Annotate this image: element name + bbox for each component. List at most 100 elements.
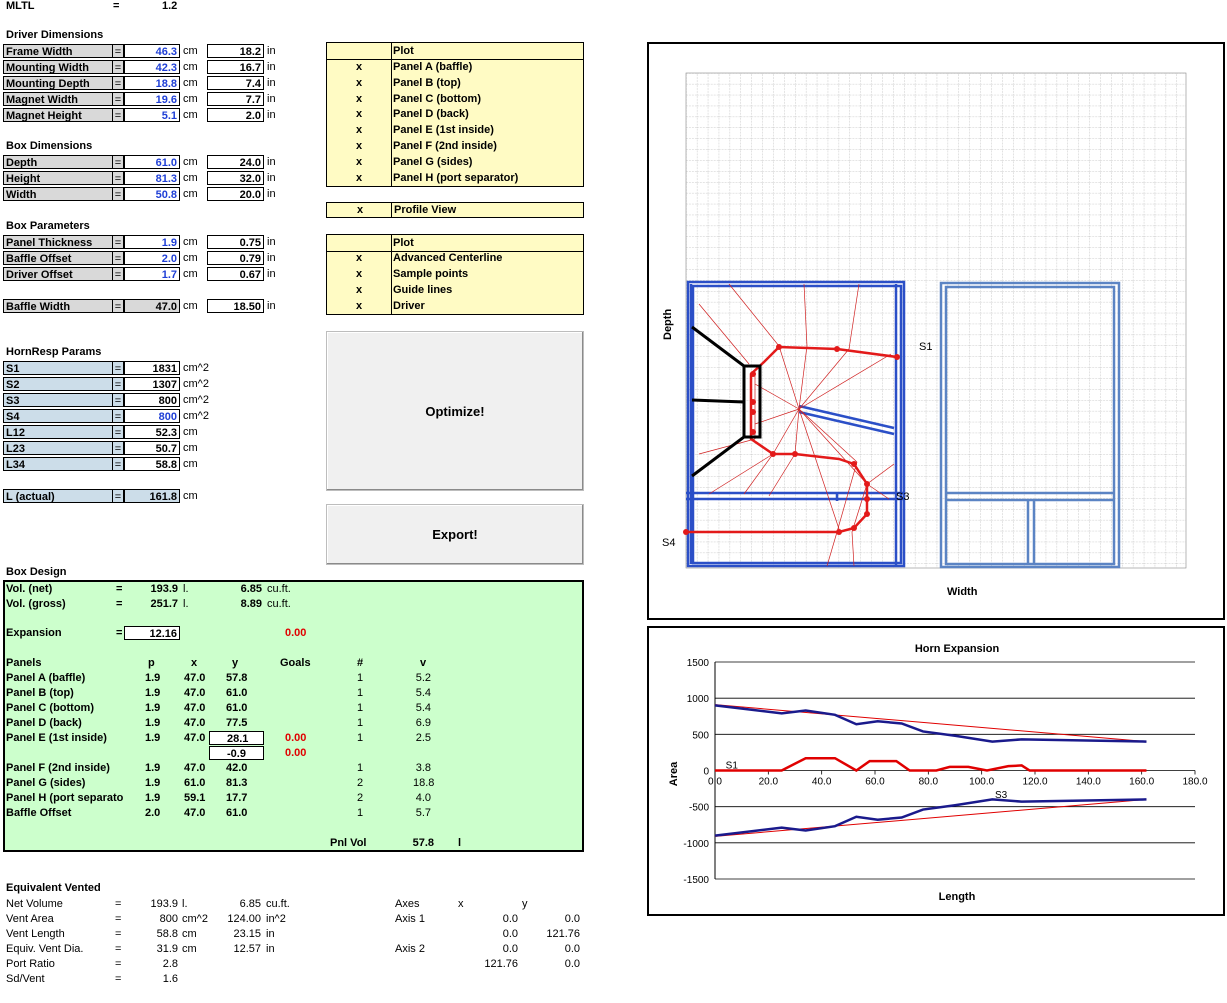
baffle-width-cm[interactable]: 47.0 (124, 299, 180, 313)
driver-magnet-width-eq: = (112, 92, 124, 106)
box-width-cm-input[interactable]: 50.8 (124, 187, 180, 201)
param-panel-thickness-in-value[interactable]: 0.75 (207, 235, 264, 249)
plot-panel-mark[interactable]: x (356, 122, 362, 138)
expansion-eq: = (116, 627, 123, 639)
axes-x-header: x (458, 898, 464, 910)
param-driver-offset-cm-input[interactable]: 1.7 (124, 267, 180, 281)
panel-v: 5.7 (415, 807, 431, 819)
horn-s4-value[interactable]: 800 (124, 409, 180, 423)
horn-s4-label: S4 (3, 409, 113, 423)
horn-ytick-label: -1500 (683, 875, 709, 886)
axes-row-name: Axis 1 (395, 913, 425, 925)
horn-expansion-chart: Horn Expansion150010005000-500-1000-1500… (668, 643, 1208, 903)
horn-annotation-s3: S3 (995, 790, 1008, 801)
plot-panel-mark[interactable]: x (356, 138, 362, 154)
vol-net-cf: 6.85 (240, 583, 262, 595)
driver-mounting-width-cm-input[interactable]: 42.3 (124, 60, 180, 74)
box-height-in-value[interactable]: 32.0 (207, 171, 264, 185)
driver-mounting-width-in-value[interactable]: 16.7 (207, 60, 264, 74)
driver-magnet-height-in-value[interactable]: 2.0 (207, 108, 264, 122)
param-baffle-offset-in-value[interactable]: 0.79 (207, 251, 264, 265)
param-baffle-offset-cm-unit: cm (183, 252, 198, 264)
plot-option-mark[interactable]: x (356, 282, 362, 298)
panel-y-input[interactable]: -0.9 (209, 746, 264, 760)
param-driver-offset-label: Driver Offset (3, 267, 113, 281)
axes-row-x: 0.0 (502, 928, 518, 940)
pnl-vol-unit: l (458, 837, 462, 849)
profile-view-toggle[interactable]: x Profile View (326, 202, 584, 218)
expansion-input[interactable]: 12.16 (124, 626, 180, 640)
driver-magnet-height-cm-input[interactable]: 5.1 (124, 108, 180, 122)
driver-magnet-width-in-value[interactable]: 7.7 (207, 92, 264, 106)
driver-frame-width-in-value[interactable]: 18.2 (207, 44, 264, 58)
optimize-button[interactable]: Optimize! (326, 331, 584, 491)
plot-panel-mark[interactable]: x (356, 59, 362, 75)
profile-chart-frame: S1 S3 S4 Width Depth (647, 42, 1225, 620)
vented-a: 31.9 (156, 943, 178, 955)
plot-option-mark[interactable]: x (356, 250, 362, 266)
panel-x: 47.0 (184, 672, 206, 684)
plot-panel-mark[interactable]: x (356, 75, 362, 91)
export-button[interactable]: Export! (326, 504, 584, 565)
plot-panel-mark[interactable]: x (356, 170, 362, 186)
horn-s1-eq: = (112, 361, 124, 375)
box-depth-in-value[interactable]: 24.0 (207, 155, 264, 169)
panel-count: 1 (357, 717, 364, 729)
horn-s3-label: S3 (3, 393, 113, 407)
horn-l23-eq: = (112, 441, 124, 455)
vented-eq: = (115, 928, 122, 940)
plot-option-mark[interactable]: x (356, 298, 362, 314)
driver-mounting-depth-cm-input[interactable]: 18.8 (124, 76, 180, 90)
vented-b (215, 957, 261, 972)
l-actual-value: 161.8 (124, 489, 180, 503)
box-height-cm-input[interactable]: 81.3 (124, 171, 180, 185)
box-section-title: Box Dimensions (6, 140, 93, 152)
driver-frame-width-cm-input[interactable]: 46.3 (124, 44, 180, 58)
vented-a-unit: cm^2 (182, 913, 208, 925)
vented-a: 800 (159, 913, 178, 925)
driver-frame-width-cm-unit: cm (183, 45, 198, 57)
horn-ytick-label: 1000 (687, 694, 710, 705)
axes-row-y: 0.0 (564, 913, 580, 925)
box-depth-in-unit: in (267, 156, 276, 168)
horn-xtick-label: 20.0 (759, 777, 779, 788)
panel-y: 77.5 (226, 717, 248, 729)
vol-net-l: 193.9 (150, 583, 178, 595)
param-baffle-offset-cm-input[interactable]: 2.0 (124, 251, 180, 265)
plot-panel-mark[interactable]: x (356, 154, 362, 170)
box-depth-cm-input[interactable]: 61.0 (124, 155, 180, 169)
horn-xtick-label: 140.0 (1076, 777, 1101, 788)
box-width-in-value[interactable]: 20.0 (207, 187, 264, 201)
horn-series-line (715, 756, 1147, 772)
vented-eq: = (115, 973, 122, 985)
horn-l23-unit: cm (183, 442, 198, 454)
vented-a: 1.6 (162, 973, 178, 985)
horn-l34-value: 58.8 (124, 457, 180, 471)
plot-option-mark[interactable]: x (356, 266, 362, 282)
param-panel-thickness-cm-input[interactable]: 1.9 (124, 235, 180, 249)
l-actual-eq: = (112, 489, 124, 503)
plot-panel-mark[interactable]: x (356, 106, 362, 122)
driver-magnet-height-label: Magnet Height (3, 108, 113, 122)
driver-magnet-width-cm-input[interactable]: 19.6 (124, 92, 180, 106)
panel-p: 1.9 (145, 732, 161, 744)
panel-x: 47.0 (184, 762, 206, 774)
box-width-label: Width (3, 187, 113, 201)
plot-panel-mark[interactable]: x (356, 91, 362, 107)
panels-header-count: # (357, 657, 364, 669)
panel-v: 4.0 (415, 792, 431, 804)
baffle-width-in[interactable]: 18.50 (207, 299, 264, 313)
panel-p: 1.9 (145, 672, 161, 684)
vented-a-unit: cm (182, 928, 197, 940)
horn-chart-title: Horn Expansion (915, 643, 1000, 655)
horn-ref-line-bottom (714, 798, 1147, 837)
panel-y-input[interactable]: 28.1 (209, 731, 264, 745)
panel-v (413, 746, 431, 761)
driver-mounting-depth-in-value[interactable]: 7.4 (207, 76, 264, 90)
horn-ytick-label: 500 (692, 730, 709, 741)
horn-s1-unit: cm^2 (183, 362, 209, 374)
panel-v: 18.8 (413, 777, 435, 789)
mltl-label: MLTL (6, 0, 35, 12)
profile-view-mark[interactable]: x (357, 202, 363, 218)
param-driver-offset-in-value[interactable]: 0.67 (207, 267, 264, 281)
